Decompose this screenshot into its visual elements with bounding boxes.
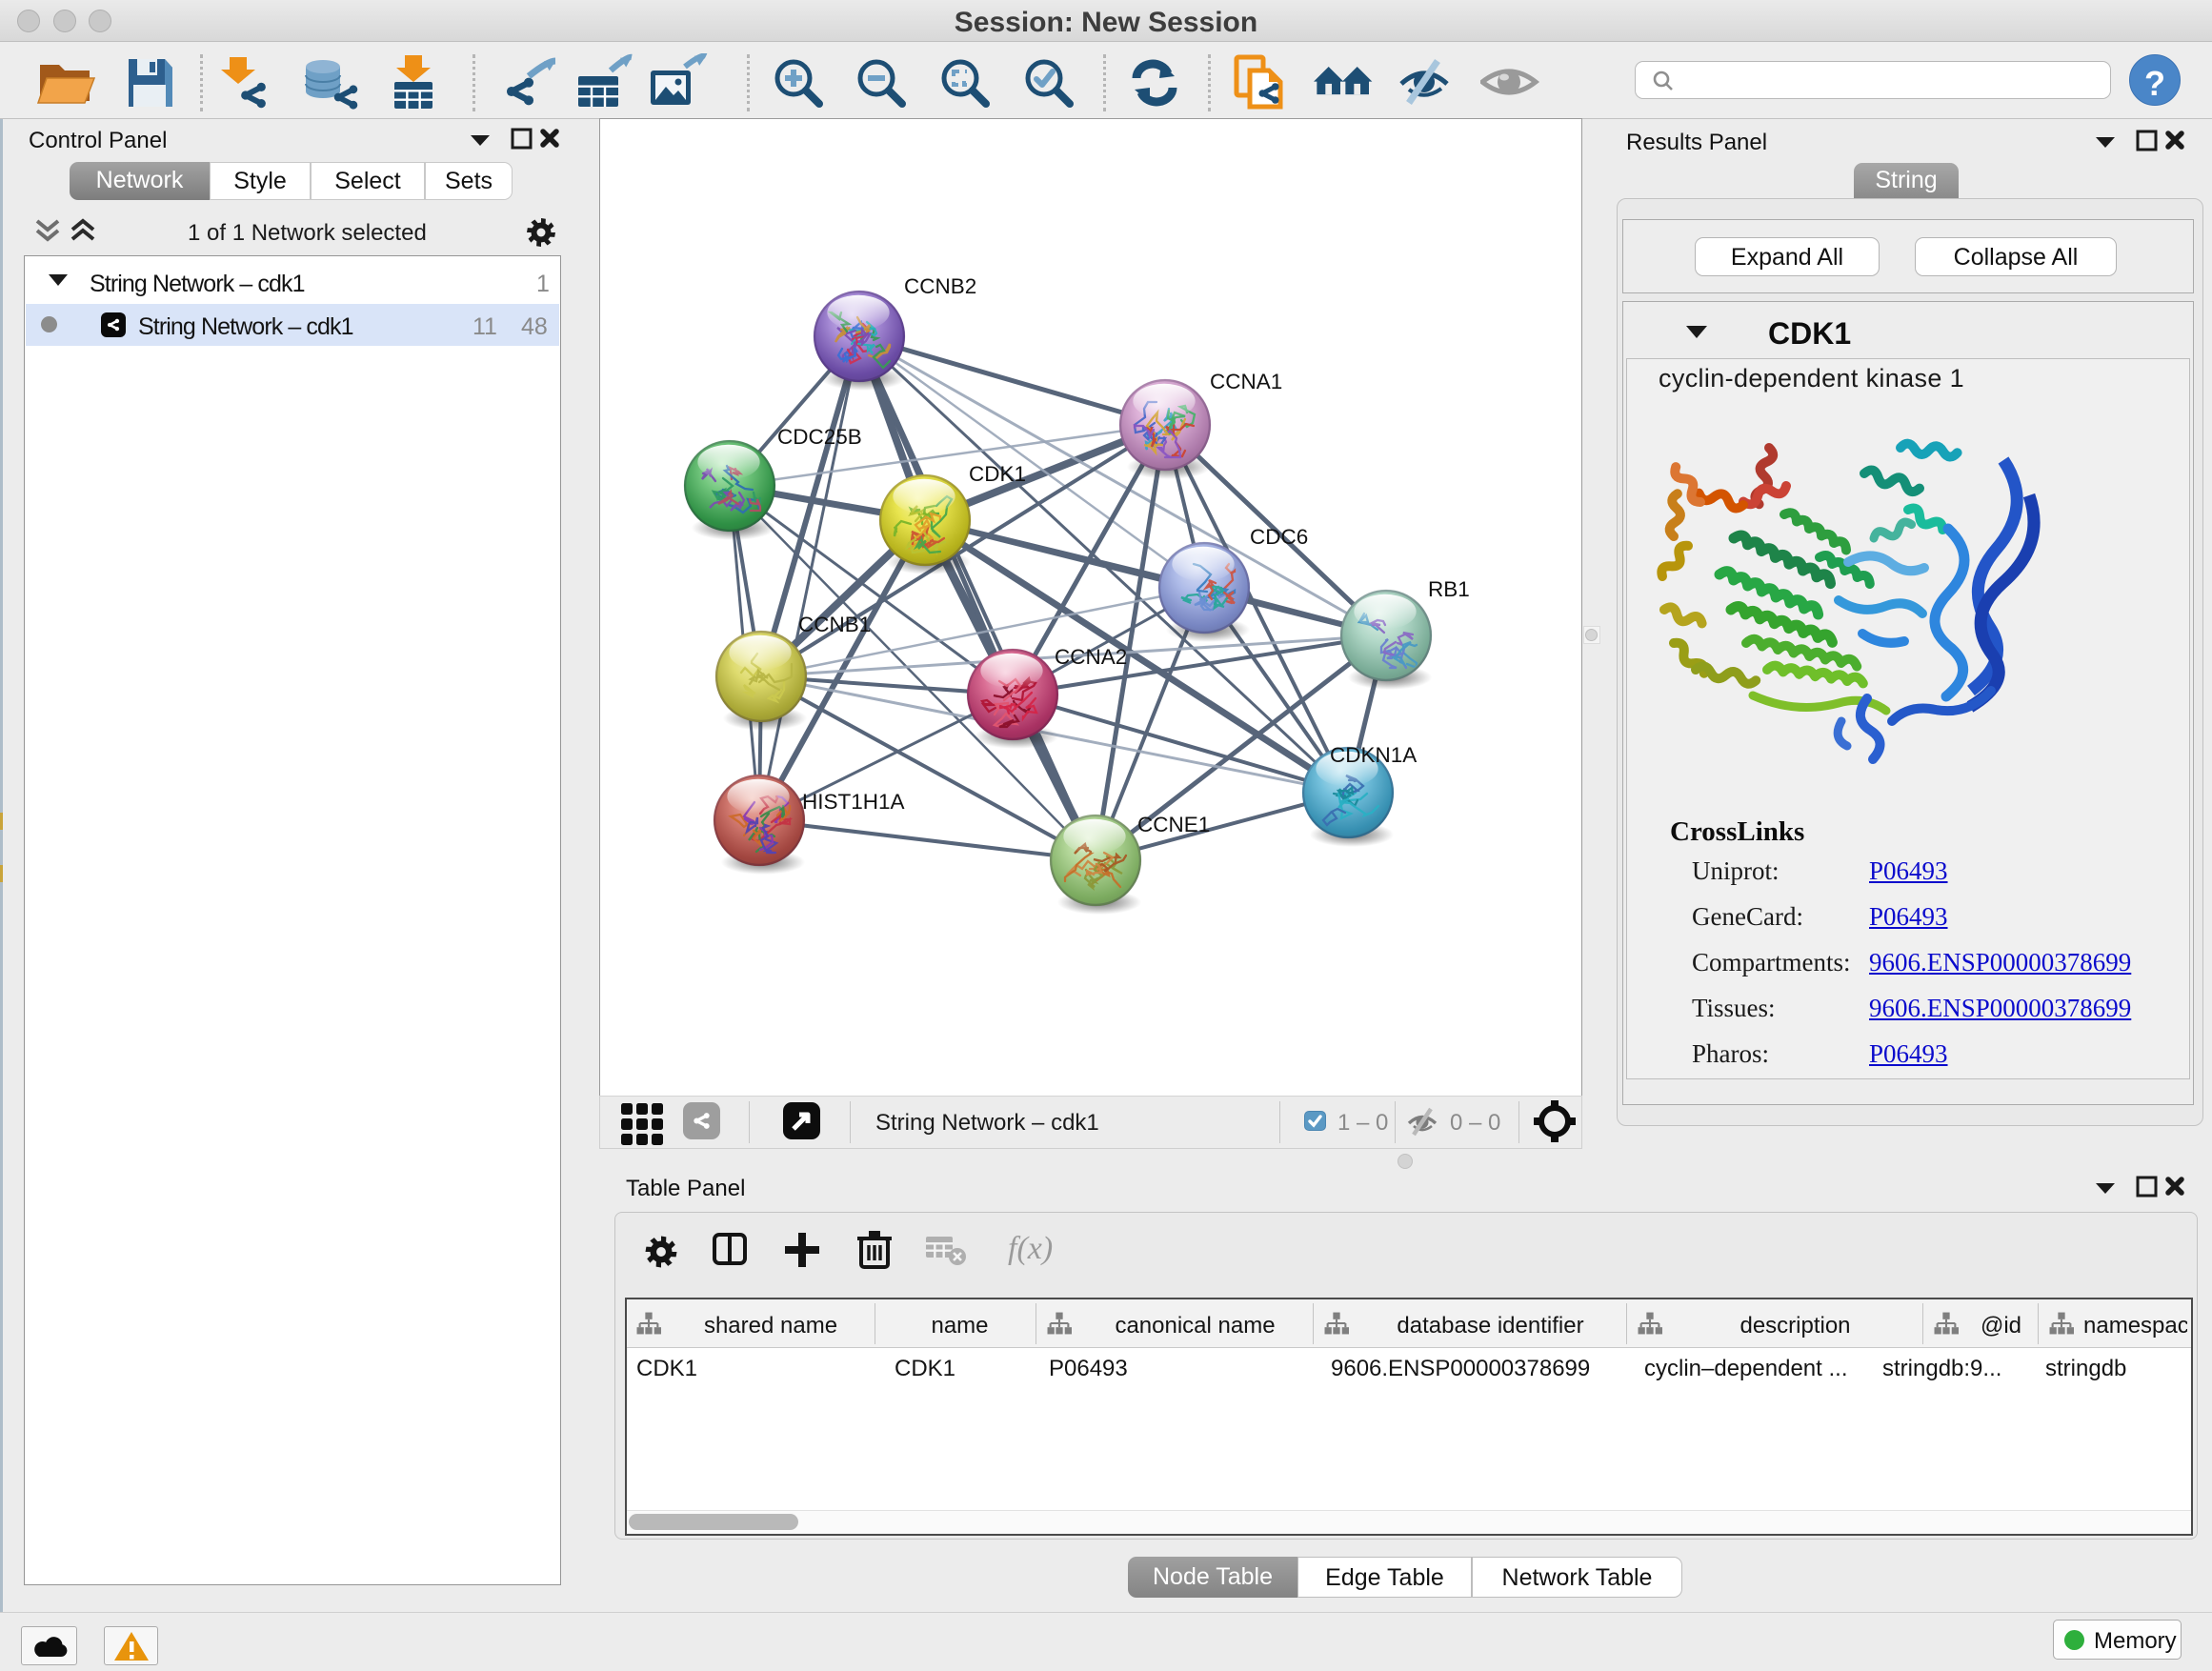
svg-text:CCNA2: CCNA2 bbox=[1055, 645, 1127, 669]
svg-text:CDC6: CDC6 bbox=[1250, 525, 1308, 549]
svg-text:CCNB2: CCNB2 bbox=[904, 274, 976, 298]
svg-text:CCNA1: CCNA1 bbox=[1210, 370, 1282, 393]
svg-text:CDC25B: CDC25B bbox=[777, 425, 862, 449]
svg-text:CCNB1: CCNB1 bbox=[798, 613, 871, 636]
svg-text:CDKN1A: CDKN1A bbox=[1330, 743, 1417, 767]
svg-text:CDK1: CDK1 bbox=[969, 462, 1026, 486]
svg-text:HIST1H1A: HIST1H1A bbox=[802, 790, 905, 814]
svg-text:RB1: RB1 bbox=[1428, 577, 1470, 601]
svg-text:CCNE1: CCNE1 bbox=[1137, 813, 1210, 836]
